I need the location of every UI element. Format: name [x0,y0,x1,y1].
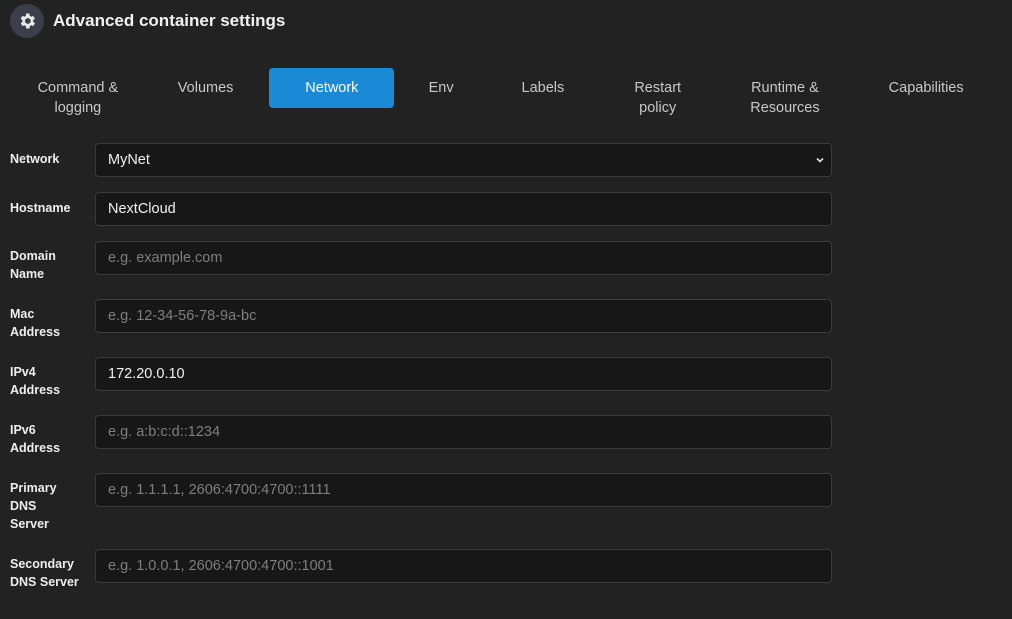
tab-capabilities[interactable]: Capabilities [852,68,1000,118]
tab-label: Network [305,80,359,96]
secondary-dns-input[interactable] [95,549,832,583]
tab-env[interactable]: Env [394,68,488,118]
ipv4-address-input[interactable] [95,357,832,391]
tab-label: Restart policy [634,80,682,116]
mac-address-label: Mac Address [10,307,61,339]
domain-name-input[interactable] [95,241,832,275]
tab-bar: Command & logging Volumes Network Env La… [14,68,1000,118]
mac-address-input[interactable] [95,299,832,333]
ipv6-address-input[interactable] [95,415,832,449]
tab-runtime-resources[interactable]: Runtime & Resources [718,68,853,118]
network-label: Network [10,152,60,166]
primary-dns-label: Primary DNS Server [10,481,57,531]
dialog-header: Advanced container settings [10,4,285,38]
tab-volumes[interactable]: Volumes [142,68,270,118]
tab-label: Labels [521,80,565,96]
ipv6-address-label: IPv6 Address [10,423,61,455]
network-select-value: MyNet [108,152,150,168]
tab-label: Runtime & Resources [750,80,820,116]
tab-label: Volumes [177,80,234,96]
tab-label: Command & logging [37,80,119,116]
tab-label: Capabilities [888,80,964,96]
chevron-down-icon [816,157,824,163]
domain-name-label: Domain Name [10,249,56,281]
tab-labels[interactable]: Labels [488,68,598,118]
dialog-title: Advanced container settings [53,11,286,30]
tab-restart-policy[interactable]: Restart policy [598,68,718,118]
network-select[interactable]: MyNet [95,143,832,177]
tab-network[interactable]: Network [269,68,395,108]
tab-command-logging[interactable]: Command & logging [14,68,142,118]
hostname-input[interactable] [95,192,832,226]
ipv4-address-label: IPv4 Address [10,365,61,397]
secondary-dns-label: Secondary DNS Server [10,557,79,589]
hostname-label: Hostname [10,201,71,215]
tab-label: Env [428,80,454,96]
gear-icon [10,4,44,38]
primary-dns-input[interactable] [95,473,832,507]
